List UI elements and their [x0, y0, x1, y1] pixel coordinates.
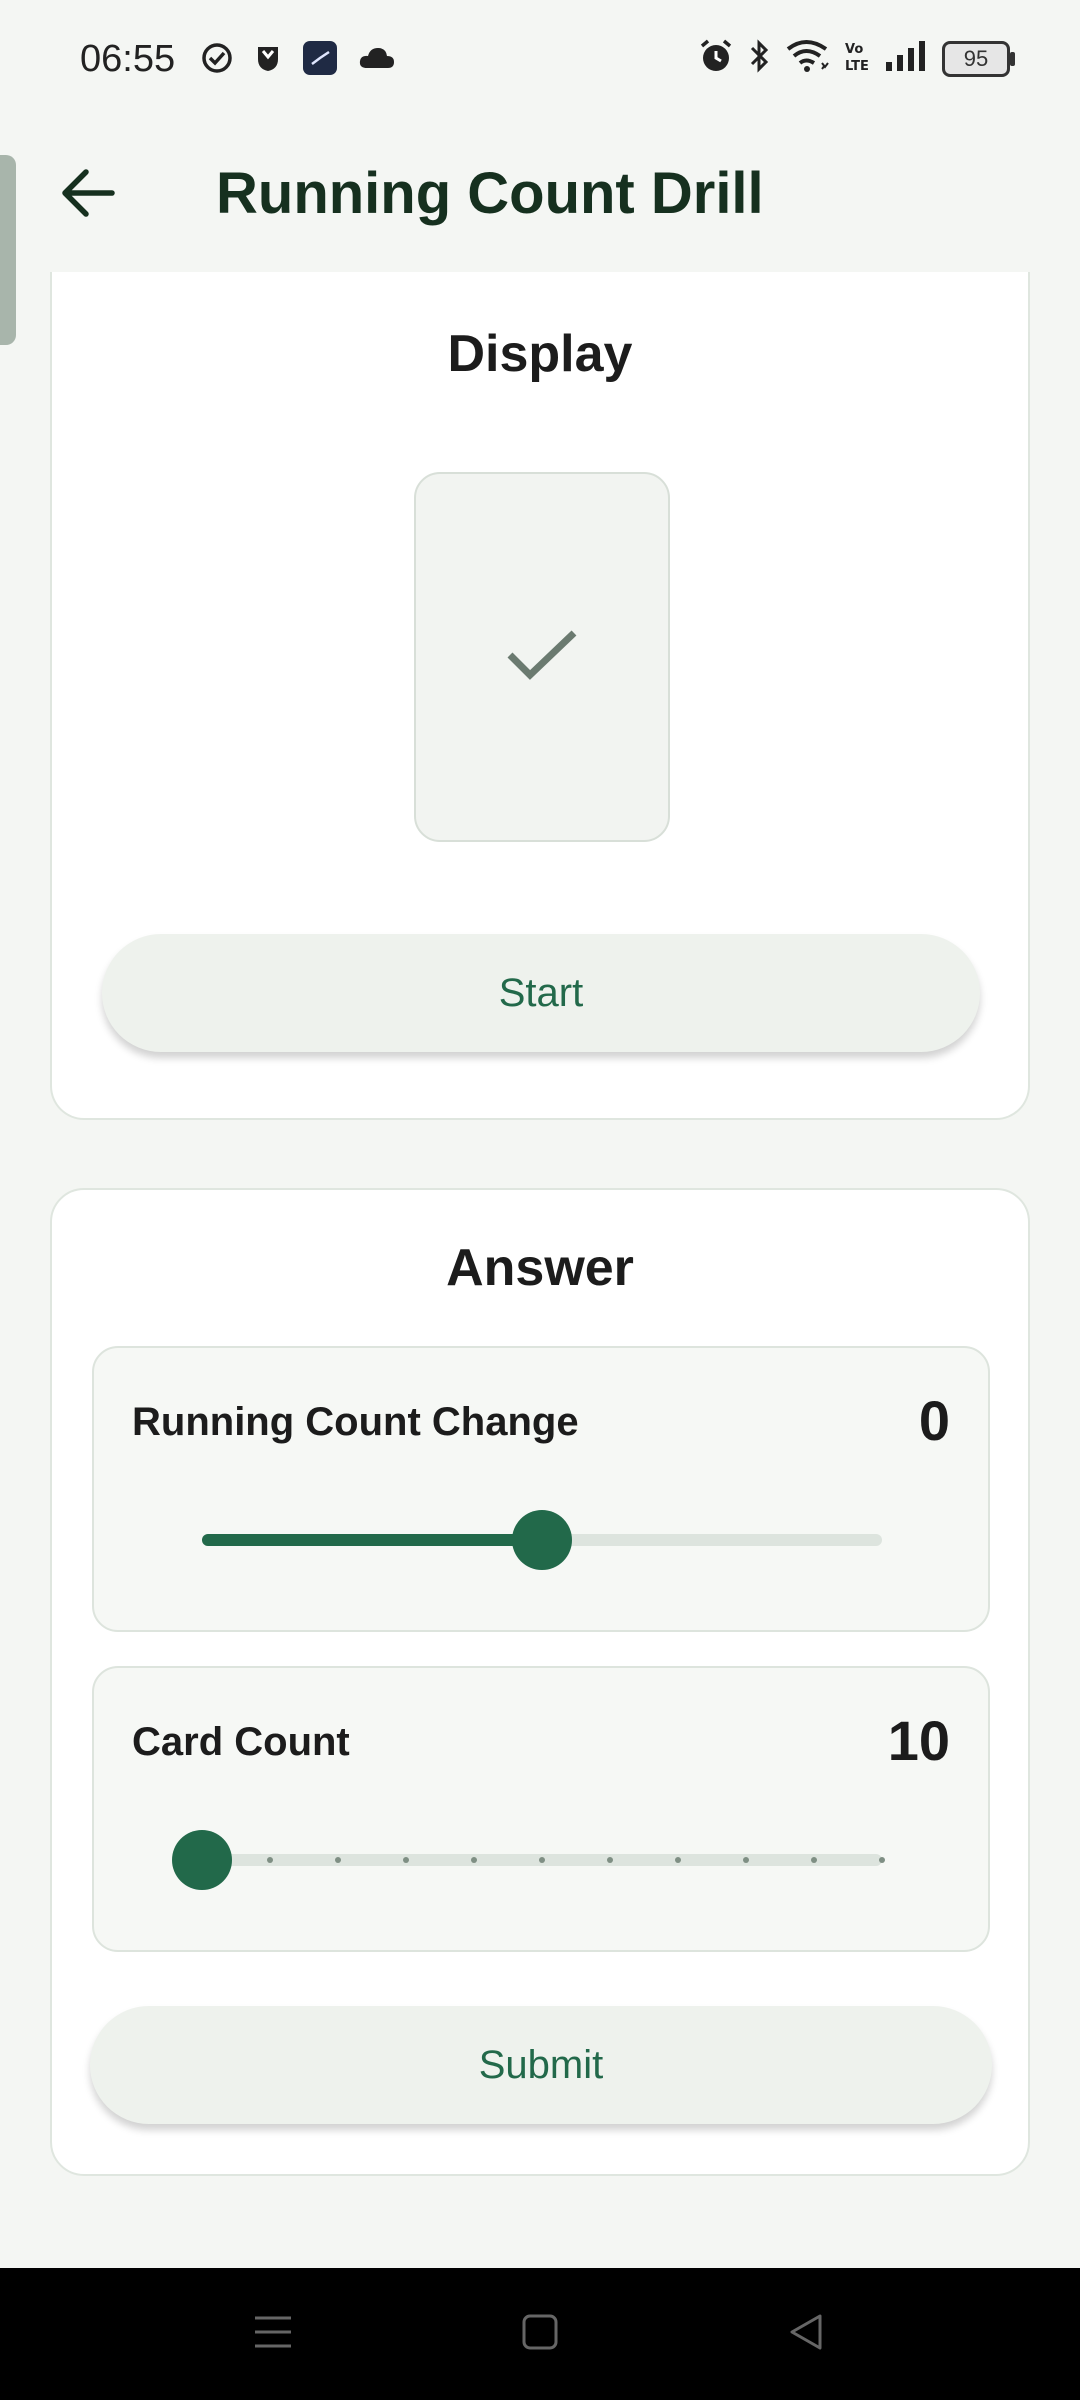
signal-icon: [884, 40, 928, 77]
back-triangle-icon: [786, 2312, 826, 2357]
card-preview: [414, 472, 670, 842]
recent-apps-button[interactable]: [243, 2304, 303, 2364]
card-count-label: Card Count: [132, 1720, 350, 1764]
running-count-slider-fill: [202, 1534, 542, 1546]
start-button[interactable]: Start: [102, 934, 980, 1052]
card-count-tick: [267, 1857, 273, 1863]
card-count-tick: [607, 1857, 613, 1863]
status-bar: 06:55 Vo LTE 95: [0, 0, 1080, 125]
status-time: 06:55: [80, 38, 176, 80]
card-count-tick: [335, 1857, 341, 1863]
bluetooth-icon: [748, 38, 772, 79]
home-button[interactable]: [510, 2304, 570, 2364]
card-count-tick: [403, 1857, 409, 1863]
card-count-tick: [675, 1857, 681, 1863]
menu-icon: [253, 2314, 293, 2355]
battery-level: 95: [963, 45, 989, 71]
navigation-bar: [0, 2268, 1080, 2400]
answer-card: Answer Running Count Change 0 Card Count…: [50, 1188, 1030, 2176]
card-count-value: 10: [887, 1709, 950, 1772]
card-count-tick: [471, 1857, 477, 1863]
svg-text:LTE: LTE: [845, 59, 869, 73]
status-notification-icons: [200, 40, 396, 81]
alarm-icon: [698, 38, 734, 79]
card-count-tick: [743, 1857, 749, 1863]
answer-section-title: Answer: [446, 1239, 634, 1297]
back-button[interactable]: [48, 155, 128, 235]
cloud-icon: [358, 44, 396, 77]
card-count-tick: [879, 1857, 885, 1863]
shield-icon: [254, 43, 282, 78]
battery-icon: 95: [942, 40, 1015, 77]
app-bar: Running Count Drill: [0, 125, 1080, 265]
checkmark-icon: [502, 625, 582, 690]
display-card: Display Start: [50, 272, 1030, 1120]
task-check-icon: [200, 41, 234, 80]
arrow-left-icon: [60, 168, 116, 223]
card-count-slider[interactable]: [172, 1830, 885, 1890]
running-count-panel: Running Count Change 0: [92, 1346, 990, 1632]
status-system-icons: Vo LTE 95: [698, 38, 1015, 79]
display-section-title: Display: [447, 325, 633, 383]
card-count-tick: [539, 1857, 545, 1863]
card-count-tick: [811, 1857, 817, 1863]
clock-app-icon: [302, 40, 338, 81]
page-title: Running Count Drill: [216, 161, 764, 226]
submit-button[interactable]: Submit: [90, 2006, 992, 2124]
card-count-panel: Card Count 10: [92, 1666, 990, 1952]
home-square-icon: [520, 2312, 560, 2357]
running-count-slider[interactable]: [202, 1510, 882, 1570]
running-count-slider-thumb[interactable]: [512, 1510, 572, 1570]
running-count-label: Running Count Change: [132, 1400, 579, 1444]
svg-text:Vo: Vo: [845, 42, 863, 57]
wifi-icon: [786, 39, 830, 78]
running-count-value: 0: [918, 1389, 950, 1452]
card-count-slider-thumb[interactable]: [172, 1830, 232, 1890]
system-back-button[interactable]: [776, 2304, 836, 2364]
volte-icon: Vo LTE: [844, 39, 870, 78]
